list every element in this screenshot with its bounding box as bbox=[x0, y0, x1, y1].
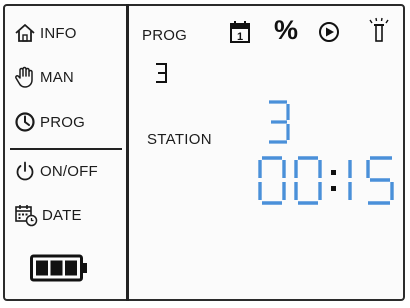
controller-lcd-screen: INFO MAN PROG ON/OFF DATE PROG 1 % STATI… bbox=[0, 0, 410, 308]
calendar-clock-icon bbox=[14, 203, 38, 227]
sidebar-item-date[interactable]: DATE bbox=[14, 200, 82, 230]
calendar-icon: 1 bbox=[229, 20, 251, 49]
battery-icon bbox=[30, 254, 90, 282]
program-number: 3 bbox=[154, 62, 168, 84]
sidebar-item-man[interactable]: MAN bbox=[14, 62, 74, 92]
battery-bar bbox=[65, 260, 77, 276]
sidebar-item-label: DATE bbox=[42, 206, 82, 224]
sidebar-item-label: INFO bbox=[40, 24, 77, 42]
battery-bar bbox=[36, 260, 48, 276]
menu-separator bbox=[10, 148, 122, 150]
sidebar-divider bbox=[126, 4, 129, 301]
header: PROG bbox=[142, 22, 187, 48]
sidebar-item-prog[interactable]: PROG bbox=[14, 107, 85, 137]
sidebar-item-label: PROG bbox=[40, 113, 85, 131]
home-icon bbox=[14, 22, 36, 44]
time-display: 00 : 15 bbox=[258, 156, 398, 211]
power-icon bbox=[14, 160, 36, 182]
station-label: STATION bbox=[147, 131, 212, 148]
sidebar-item-onoff[interactable]: ON/OFF bbox=[14, 156, 98, 186]
time-colon bbox=[331, 170, 336, 191]
sidebar-item-label: MAN bbox=[40, 68, 74, 86]
clock-icon bbox=[14, 111, 36, 133]
battery-bar bbox=[50, 260, 63, 276]
station-number-display: 3 bbox=[265, 100, 291, 149]
percent-icon: % bbox=[274, 15, 299, 45]
hand-icon bbox=[14, 65, 36, 89]
sidebar-item-info[interactable]: INFO bbox=[14, 18, 77, 48]
time-digit-hour-tens bbox=[258, 156, 286, 205]
sidebar-item-label: ON/OFF bbox=[40, 162, 98, 180]
time-digit-hour-ones bbox=[294, 156, 322, 205]
play-icon bbox=[318, 21, 340, 48]
page-title: PROG bbox=[142, 26, 187, 44]
time-digit-minute-ones bbox=[366, 156, 394, 205]
calendar-day-number: 1 bbox=[237, 31, 243, 43]
sprinkler-icon bbox=[368, 17, 390, 48]
